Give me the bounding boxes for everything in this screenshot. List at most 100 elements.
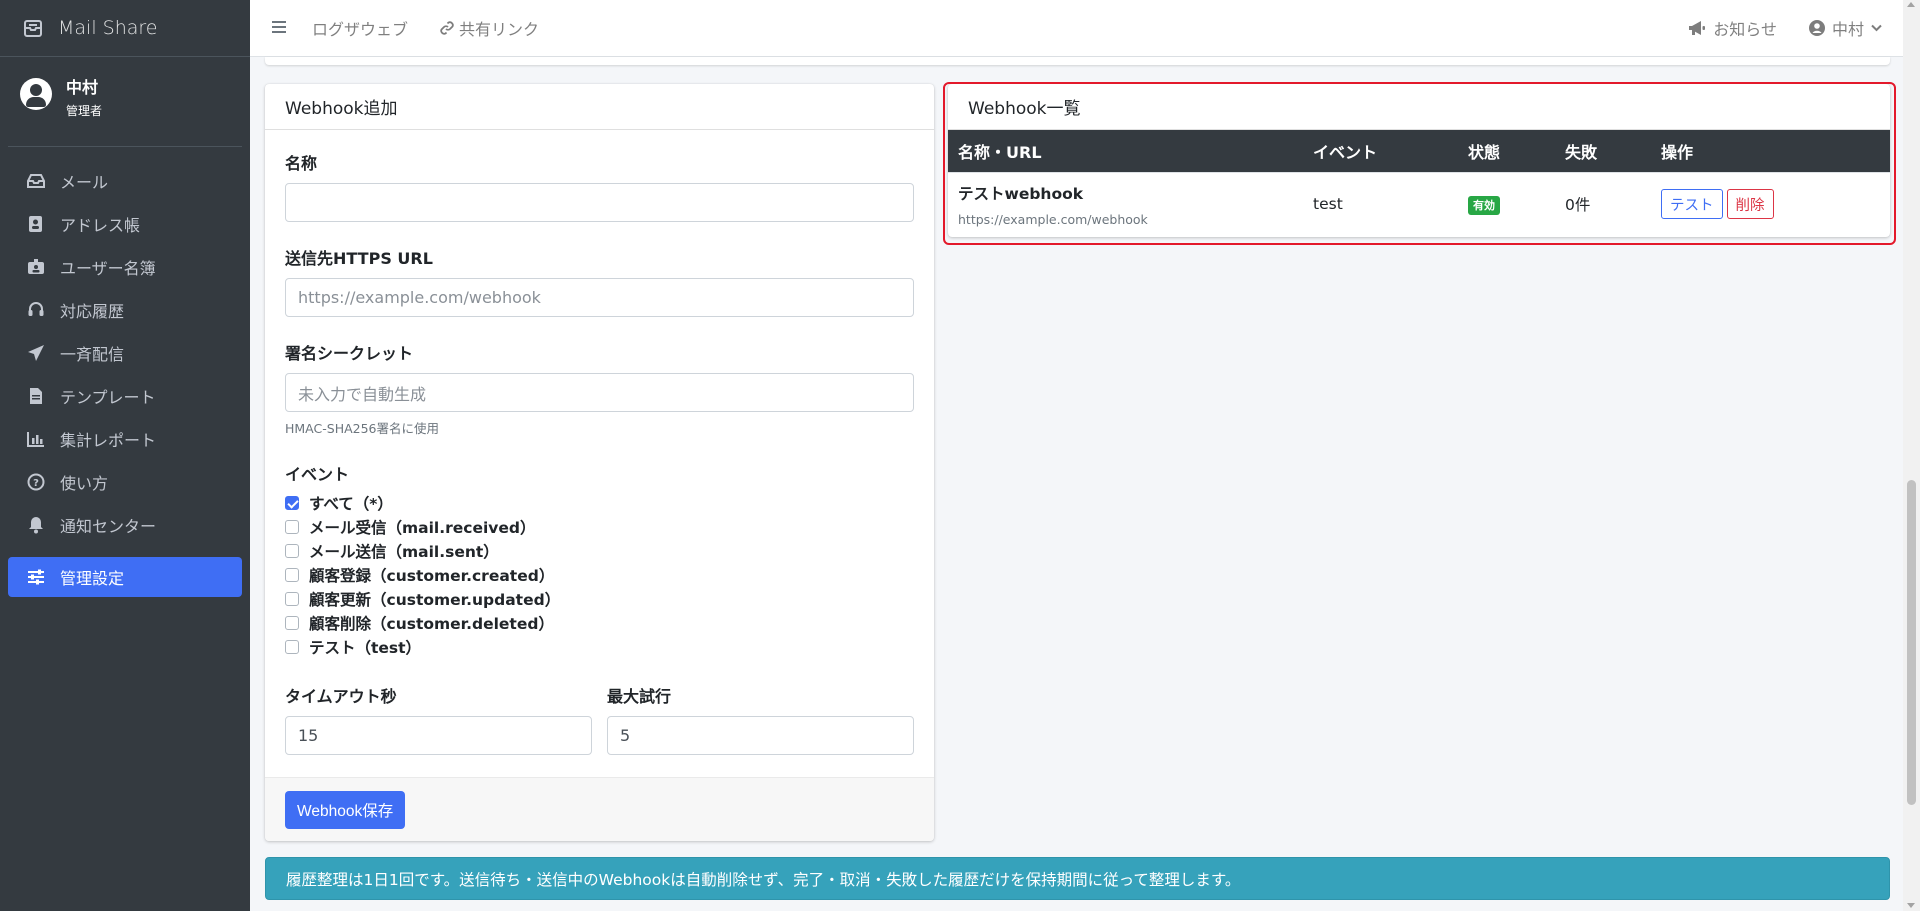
chevron-down-icon <box>1871 24 1882 32</box>
event-label: メール受信（mail.received） <box>309 519 536 537</box>
webhook-add-card: Webhook追加 名称 送信先HTTPS URL https://exampl… <box>265 84 934 841</box>
page-scrollbar[interactable] <box>1903 0 1920 911</box>
user-panel[interactable]: 中村 管理者 <box>8 57 242 147</box>
hamburger-menu-icon[interactable] <box>272 19 296 38</box>
timeout-label: タイムアウト秒 <box>285 687 397 706</box>
col-event: イベント <box>1303 130 1458 172</box>
col-failures: 失敗 <box>1555 130 1651 172</box>
sliders-icon <box>26 567 46 587</box>
history-info-alert: 履歴整理は1日1回です。送信待ち・送信中のWebhookは自動削除せず、完了・取… <box>265 857 1890 900</box>
events-label: イベント <box>285 465 350 484</box>
event-check-mail-received[interactable]: メール受信（mail.received） <box>285 515 914 539</box>
webhook-add-title: Webhook追加 <box>265 84 934 130</box>
sidebar-item-address-book[interactable]: アドレス帳 <box>8 204 242 244</box>
sidebar-item-reports[interactable]: 集計レポート <box>8 419 242 459</box>
svg-text:?: ? <box>33 478 39 489</box>
sidebar-item-notifications[interactable]: 通知センター <box>8 505 242 545</box>
sidebar-item-label: 管理設定 <box>60 569 125 588</box>
form-footer: Webhook保存 <box>265 777 934 841</box>
file-icon <box>26 386 46 406</box>
notice-link[interactable]: お知らせ <box>1688 16 1777 40</box>
sidebar-item-label: 一斉配信 <box>60 345 125 364</box>
event-label: テスト（test） <box>309 639 422 657</box>
url-label: 送信先HTTPS URL <box>285 249 433 268</box>
user-name: 中村 <box>66 78 99 97</box>
brand-link[interactable]: Mail Share <box>0 0 250 57</box>
timeout-input[interactable]: 15 <box>285 716 592 755</box>
status-badge: 有効 <box>1468 196 1500 216</box>
inbox-icon <box>26 171 46 191</box>
bell-icon <box>26 515 46 535</box>
nav-link-logzaweb[interactable]: ログザウェブ <box>312 16 408 40</box>
delete-button[interactable]: 削除 <box>1726 189 1774 220</box>
event-check-all[interactable]: すべて（*） <box>285 491 914 515</box>
brand-title: Mail Share <box>58 17 158 39</box>
webhook-failures: 0件 <box>1555 171 1651 236</box>
sidebar-item-label: 対応履歴 <box>60 302 125 321</box>
webhook-event: test <box>1303 171 1458 236</box>
event-check-customer-created[interactable]: 顧客登録（customer.created） <box>285 563 914 587</box>
event-check-customer-updated[interactable]: 顧客更新（customer.updated） <box>285 587 914 611</box>
sidebar-item-mail[interactable]: メール <box>8 161 242 201</box>
secret-help-text: HMAC-SHA256署名に使用 <box>285 421 439 436</box>
bar-chart-icon <box>26 429 46 449</box>
sidebar-item-broadcast[interactable]: 一斉配信 <box>8 333 242 373</box>
col-name-url: 名称・URL <box>948 130 1303 172</box>
sidebar-item-label: アドレス帳 <box>60 216 141 235</box>
scroll-down-icon[interactable] <box>1907 903 1915 908</box>
sidebar-item-label: テンプレート <box>60 388 156 407</box>
previous-card-bottom <box>265 57 1890 65</box>
webhook-name: テストwebhook <box>958 184 1084 203</box>
paper-plane-icon <box>26 343 46 363</box>
event-check-test[interactable]: テスト（test） <box>285 635 914 659</box>
checkbox[interactable] <box>285 520 299 534</box>
event-label: メール送信（mail.sent） <box>309 543 499 561</box>
sidebar-item-templates[interactable]: テンプレート <box>8 376 242 416</box>
checkbox[interactable] <box>285 568 299 582</box>
scroll-up-icon[interactable] <box>1907 2 1915 7</box>
table-row: テストwebhook https://example.com/webhook t… <box>948 171 1890 236</box>
checkbox[interactable] <box>285 616 299 630</box>
user-role: 管理者 <box>66 104 103 118</box>
user-dropdown[interactable]: 中村 <box>1808 16 1882 40</box>
checkbox[interactable] <box>285 544 299 558</box>
name-label: 名称 <box>285 154 318 173</box>
sidebar-item-label: 通知センター <box>60 517 157 536</box>
sidebar-item-history[interactable]: 対応履歴 <box>8 290 242 330</box>
checkbox[interactable] <box>285 592 299 606</box>
sidebar: Mail Share 中村 管理者 メール アドレス帳 ユーザー名簿 対応履歴 … <box>0 0 250 911</box>
webhook-list-card: Webhook一覧 名称・URL イベント 状態 失敗 操作 テストwebhoo… <box>948 84 1890 237</box>
event-label: 顧客登録（customer.created） <box>309 567 555 585</box>
sidebar-item-label: 集計レポート <box>60 431 157 450</box>
checkbox[interactable] <box>285 496 299 510</box>
retry-label: 最大試行 <box>607 687 672 706</box>
id-badge-icon <box>26 257 46 277</box>
col-status: 状態 <box>1458 130 1555 172</box>
retry-input[interactable]: 5 <box>607 716 914 755</box>
sidebar-item-label: ユーザー名簿 <box>60 259 156 278</box>
url-input[interactable]: https://example.com/webhook <box>285 278 914 317</box>
sidebar-item-user-list[interactable]: ユーザー名簿 <box>8 247 242 287</box>
scrollbar-thumb[interactable] <box>1907 480 1916 805</box>
webhook-url: https://example.com/webhook <box>958 211 1148 227</box>
name-input[interactable] <box>285 183 914 222</box>
save-webhook-button[interactable]: Webhook保存 <box>285 790 406 829</box>
notice-label: お知らせ <box>1713 20 1777 39</box>
secret-label: 署名シークレット <box>285 344 414 363</box>
event-label: 顧客更新（customer.updated） <box>309 591 561 609</box>
test-button[interactable]: テスト <box>1661 189 1723 220</box>
sidebar-item-help[interactable]: ? 使い方 <box>8 462 242 502</box>
sidebar-item-label: 使い方 <box>60 474 109 493</box>
top-navbar: ログザウェブ 共有リンク お知らせ 中村 <box>250 0 1920 57</box>
checkbox[interactable] <box>285 640 299 654</box>
megaphone-icon <box>1689 21 1706 35</box>
event-label: すべて（*） <box>309 495 393 513</box>
webhook-list-title: Webhook一覧 <box>948 84 1890 130</box>
user-avatar-icon <box>20 78 52 110</box>
secret-input[interactable]: 未入力で自動生成 <box>285 373 914 412</box>
nav-link-share[interactable]: 共有リンク <box>440 16 539 40</box>
sidebar-nav: メール アドレス帳 ユーザー名簿 対応履歴 一斉配信 テンプレート 集計レポート… <box>0 147 250 597</box>
sidebar-item-admin-settings[interactable]: 管理設定 <box>8 557 242 597</box>
event-check-customer-deleted[interactable]: 顧客削除（customer.deleted） <box>285 611 914 635</box>
event-check-mail-sent[interactable]: メール送信（mail.sent） <box>285 539 914 563</box>
